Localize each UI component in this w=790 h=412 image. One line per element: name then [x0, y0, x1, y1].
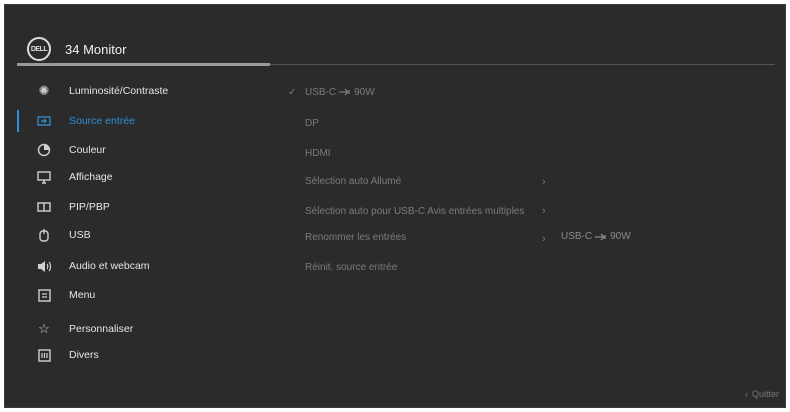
quit-label: Quitter: [751, 389, 779, 399]
sidebar-item-label: Source entrée: [69, 115, 135, 127]
sidebar-item-label: Menu: [69, 289, 96, 301]
option-dp[interactable]: DP: [305, 113, 319, 133]
chevron-right-icon: ›: [542, 233, 546, 245]
brightness-icon: ✺: [38, 83, 50, 98]
usb-c-power-icon: [595, 233, 606, 240]
sidebar-item-label: PIP/PBP: [69, 201, 110, 213]
input-source-icon: [35, 112, 53, 130]
sidebar-item-personalize[interactable]: ☆ Personnaliser: [17, 317, 275, 341]
option-rename-inputs[interactable]: Renommer les entrées: [305, 227, 406, 247]
display-icon: [35, 168, 53, 186]
sidebar-item-misc[interactable]: Divers: [17, 343, 275, 367]
option-label: DP: [305, 117, 319, 129]
monitor-title: 34 Monitor: [65, 41, 127, 57]
sidebar-item-label: USB: [69, 229, 91, 241]
sidebar-item-color[interactable]: Couleur: [17, 138, 275, 162]
quit-button[interactable]: ‹ Quitter: [745, 389, 779, 399]
dell-logo: DELL: [27, 37, 51, 61]
sidebar-item-pip-pbp[interactable]: PIP/PBP: [17, 195, 275, 219]
section-indicator: [17, 63, 270, 66]
usb-c-power-icon: [339, 88, 350, 96]
sidebar-item-label: Couleur: [69, 144, 106, 156]
menu-icon: [35, 286, 53, 304]
sidebar-item-audio-webcam[interactable]: Audio et webcam: [17, 254, 275, 278]
option-usbc-suffix: 90W: [354, 86, 375, 98]
sidebar-item-display[interactable]: Affichage: [17, 165, 275, 189]
option-auto-select[interactable]: Sélection auto Allumé: [305, 171, 401, 191]
option-label: HDMI: [305, 147, 331, 159]
chevron-right-icon: ›: [542, 205, 546, 217]
sidebar-item-usb[interactable]: USB: [17, 223, 275, 247]
sidebar-item-menu[interactable]: Menu: [17, 283, 275, 307]
back-arrow-icon: ‹: [744, 389, 748, 399]
color-icon: [35, 141, 53, 159]
chevron-right-icon: ›: [542, 176, 546, 188]
sidebar-item-label: Personnaliser: [69, 323, 134, 335]
option-usbc-prefix: USB-C: [305, 86, 337, 98]
usb-icon: [35, 226, 53, 244]
sidebar-item-input-source[interactable]: Source entrée: [17, 109, 275, 133]
submenu-usbc-prefix: USB-C: [561, 231, 593, 242]
sidebar-item-brightness-contrast[interactable]: ✺ Luminosité/Contraste: [17, 79, 275, 103]
misc-icon: [35, 346, 53, 364]
sidebar-item-label: Audio et webcam: [69, 260, 150, 272]
sidebar-item-label: Divers: [69, 349, 99, 361]
active-indicator: [17, 110, 19, 132]
submenu-usbc-suffix: 90W: [610, 231, 631, 242]
checkmark-icon: ✓: [288, 86, 297, 98]
option-label: Renommer les entrées: [305, 231, 407, 243]
sidebar-item-label: Luminosité/Contraste: [69, 85, 169, 97]
option-hdmi[interactable]: HDMI: [305, 143, 331, 163]
option-usbc[interactable]: ✓ USB-C 90W: [288, 82, 375, 102]
audio-icon: [35, 257, 53, 275]
monitor-osd-panel: DELL 34 Monitor ✺ Luminosité/Contraste S…: [4, 4, 786, 408]
submenu-usbc-entry[interactable]: USB-C 90W: [561, 231, 631, 242]
sidebar-item-label: Affichage: [69, 171, 113, 183]
option-label: Sélection auto Allumé: [305, 175, 402, 187]
osd-header: DELL 34 Monitor: [27, 31, 126, 67]
option-reset-source[interactable]: Réinit. source entrée: [305, 257, 397, 277]
option-label: Réinit. source entrée: [305, 261, 398, 273]
pip-pbp-icon: [35, 198, 53, 216]
option-label: Sélection auto pour USB-C Avis entrées m…: [305, 205, 525, 217]
star-icon: ☆: [38, 321, 50, 336]
option-auto-select-usbc[interactable]: Sélection auto pour USB-C Avis entrées m…: [305, 201, 524, 221]
